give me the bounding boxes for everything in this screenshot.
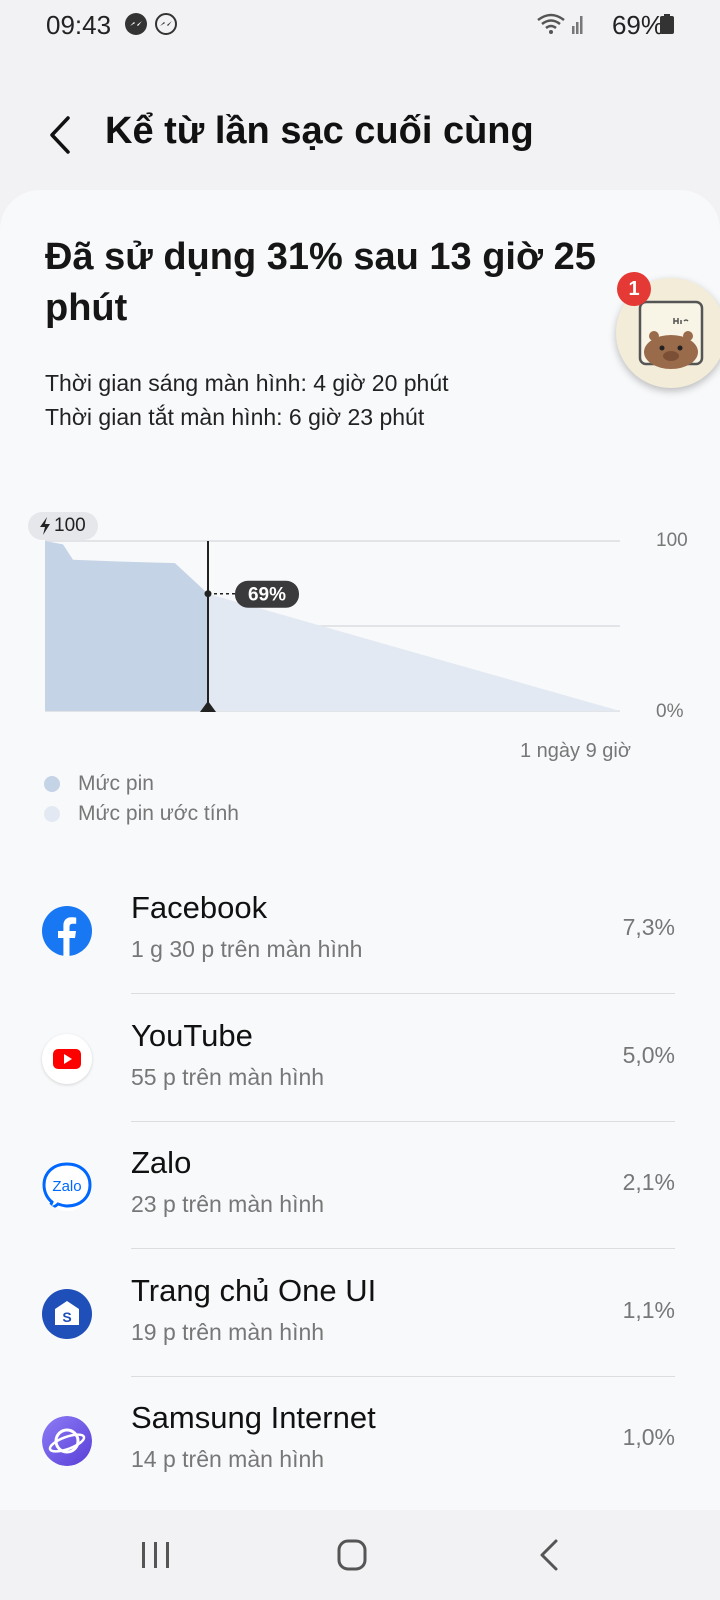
usage-summary-title: Đã sử dụng 31% sau 13 giờ 25 phút xyxy=(45,236,596,329)
list-item-youtube[interactable]: YouTube 55 p trên màn hình 5,0% xyxy=(0,994,720,1122)
zalo-icon: Zalo xyxy=(42,1161,92,1211)
back-icon[interactable] xyxy=(40,110,80,160)
legend-dot-icon xyxy=(44,776,60,792)
app-screen-time: 23 p trên màn hình xyxy=(131,1191,325,1217)
app-screen-time: 19 p trên màn hình xyxy=(131,1319,325,1345)
facebook-icon xyxy=(42,906,92,956)
legend-estimated: Mức pin ước tính xyxy=(44,802,239,826)
list-item-samsung-internet[interactable]: Samsung Internet 14 p trên màn hình 1,0% xyxy=(0,1376,720,1504)
battery-percent: 69% xyxy=(611,10,664,40)
page-title: Kể từ lần sạc cuối cùng xyxy=(105,110,534,152)
app-screen-time: 14 p trên màn hình xyxy=(131,1446,325,1472)
list-item-facebook[interactable]: Facebook 1 g 30 p trên màn hình 7,3% xyxy=(0,866,720,994)
svg-text:S: S xyxy=(62,1309,71,1325)
list-item-zalo[interactable]: Zalo Zalo 23 p trên màn hình 2,1% xyxy=(0,1121,720,1249)
app-usage-percent: 1,1% xyxy=(622,1297,675,1323)
samsung-internet-icon xyxy=(42,1416,92,1466)
app-usage-percent: 7,3% xyxy=(622,914,675,940)
youtube-icon xyxy=(42,1034,92,1084)
app-name: YouTube xyxy=(131,1018,253,1053)
app-usage-percent: 1,0% xyxy=(622,1424,675,1450)
app-usage-percent: 5,0% xyxy=(622,1042,675,1068)
actual-level-area xyxy=(45,541,208,711)
y-tick-label: 0% xyxy=(656,701,684,722)
recents-icon[interactable] xyxy=(126,1532,186,1578)
list-item-one-ui-home[interactable]: S Trang chủ One UI 19 p trên màn hình 1,… xyxy=(0,1249,720,1377)
current-level-label: 69% xyxy=(248,585,286,606)
screen-off-time: Thời gian tắt màn hình: 6 giờ 23 phút xyxy=(45,404,425,430)
battery-icon xyxy=(660,14,674,34)
navigation-bar xyxy=(0,1510,720,1600)
legend-actual: Mức pin xyxy=(44,772,154,796)
app-name: Zalo xyxy=(131,1145,192,1180)
messenger-icon xyxy=(155,13,177,35)
y-tick-label: 100 xyxy=(656,530,688,551)
estimated-level-area xyxy=(208,593,620,711)
back-icon[interactable] xyxy=(520,1532,580,1578)
screen-on-time: Thời gian sáng màn hình: 4 giờ 20 phút xyxy=(45,370,449,396)
home-icon[interactable] xyxy=(322,1532,382,1578)
app-name: Samsung Internet xyxy=(131,1400,376,1435)
svg-text:Zalo: Zalo xyxy=(52,1178,81,1195)
notification-badge: 1 xyxy=(617,272,651,306)
legend-dot-icon xyxy=(44,806,60,822)
app-usage-percent: 2,1% xyxy=(622,1169,675,1195)
status-time: 09:43 xyxy=(46,10,112,40)
status-bar: 09:43 69% xyxy=(0,0,720,48)
app-screen-time: 1 g 30 p trên màn hình xyxy=(131,936,363,962)
messenger-icon xyxy=(125,13,147,35)
header: Kể từ lần sạc cuối cùng xyxy=(0,100,720,170)
wifi-icon xyxy=(537,13,565,34)
app-name: Facebook xyxy=(131,890,268,925)
signal-icon xyxy=(572,16,583,34)
x-end-label: 1 ngày 9 giờ xyxy=(520,740,631,762)
one-ui-home-icon: S xyxy=(42,1289,92,1339)
app-name: Trang chủ One UI xyxy=(131,1273,377,1308)
charging-bolt-icon xyxy=(40,517,50,535)
app-screen-time: 55 p trên màn hình xyxy=(131,1064,325,1090)
battery-level-chart[interactable]: 69% xyxy=(0,500,720,760)
